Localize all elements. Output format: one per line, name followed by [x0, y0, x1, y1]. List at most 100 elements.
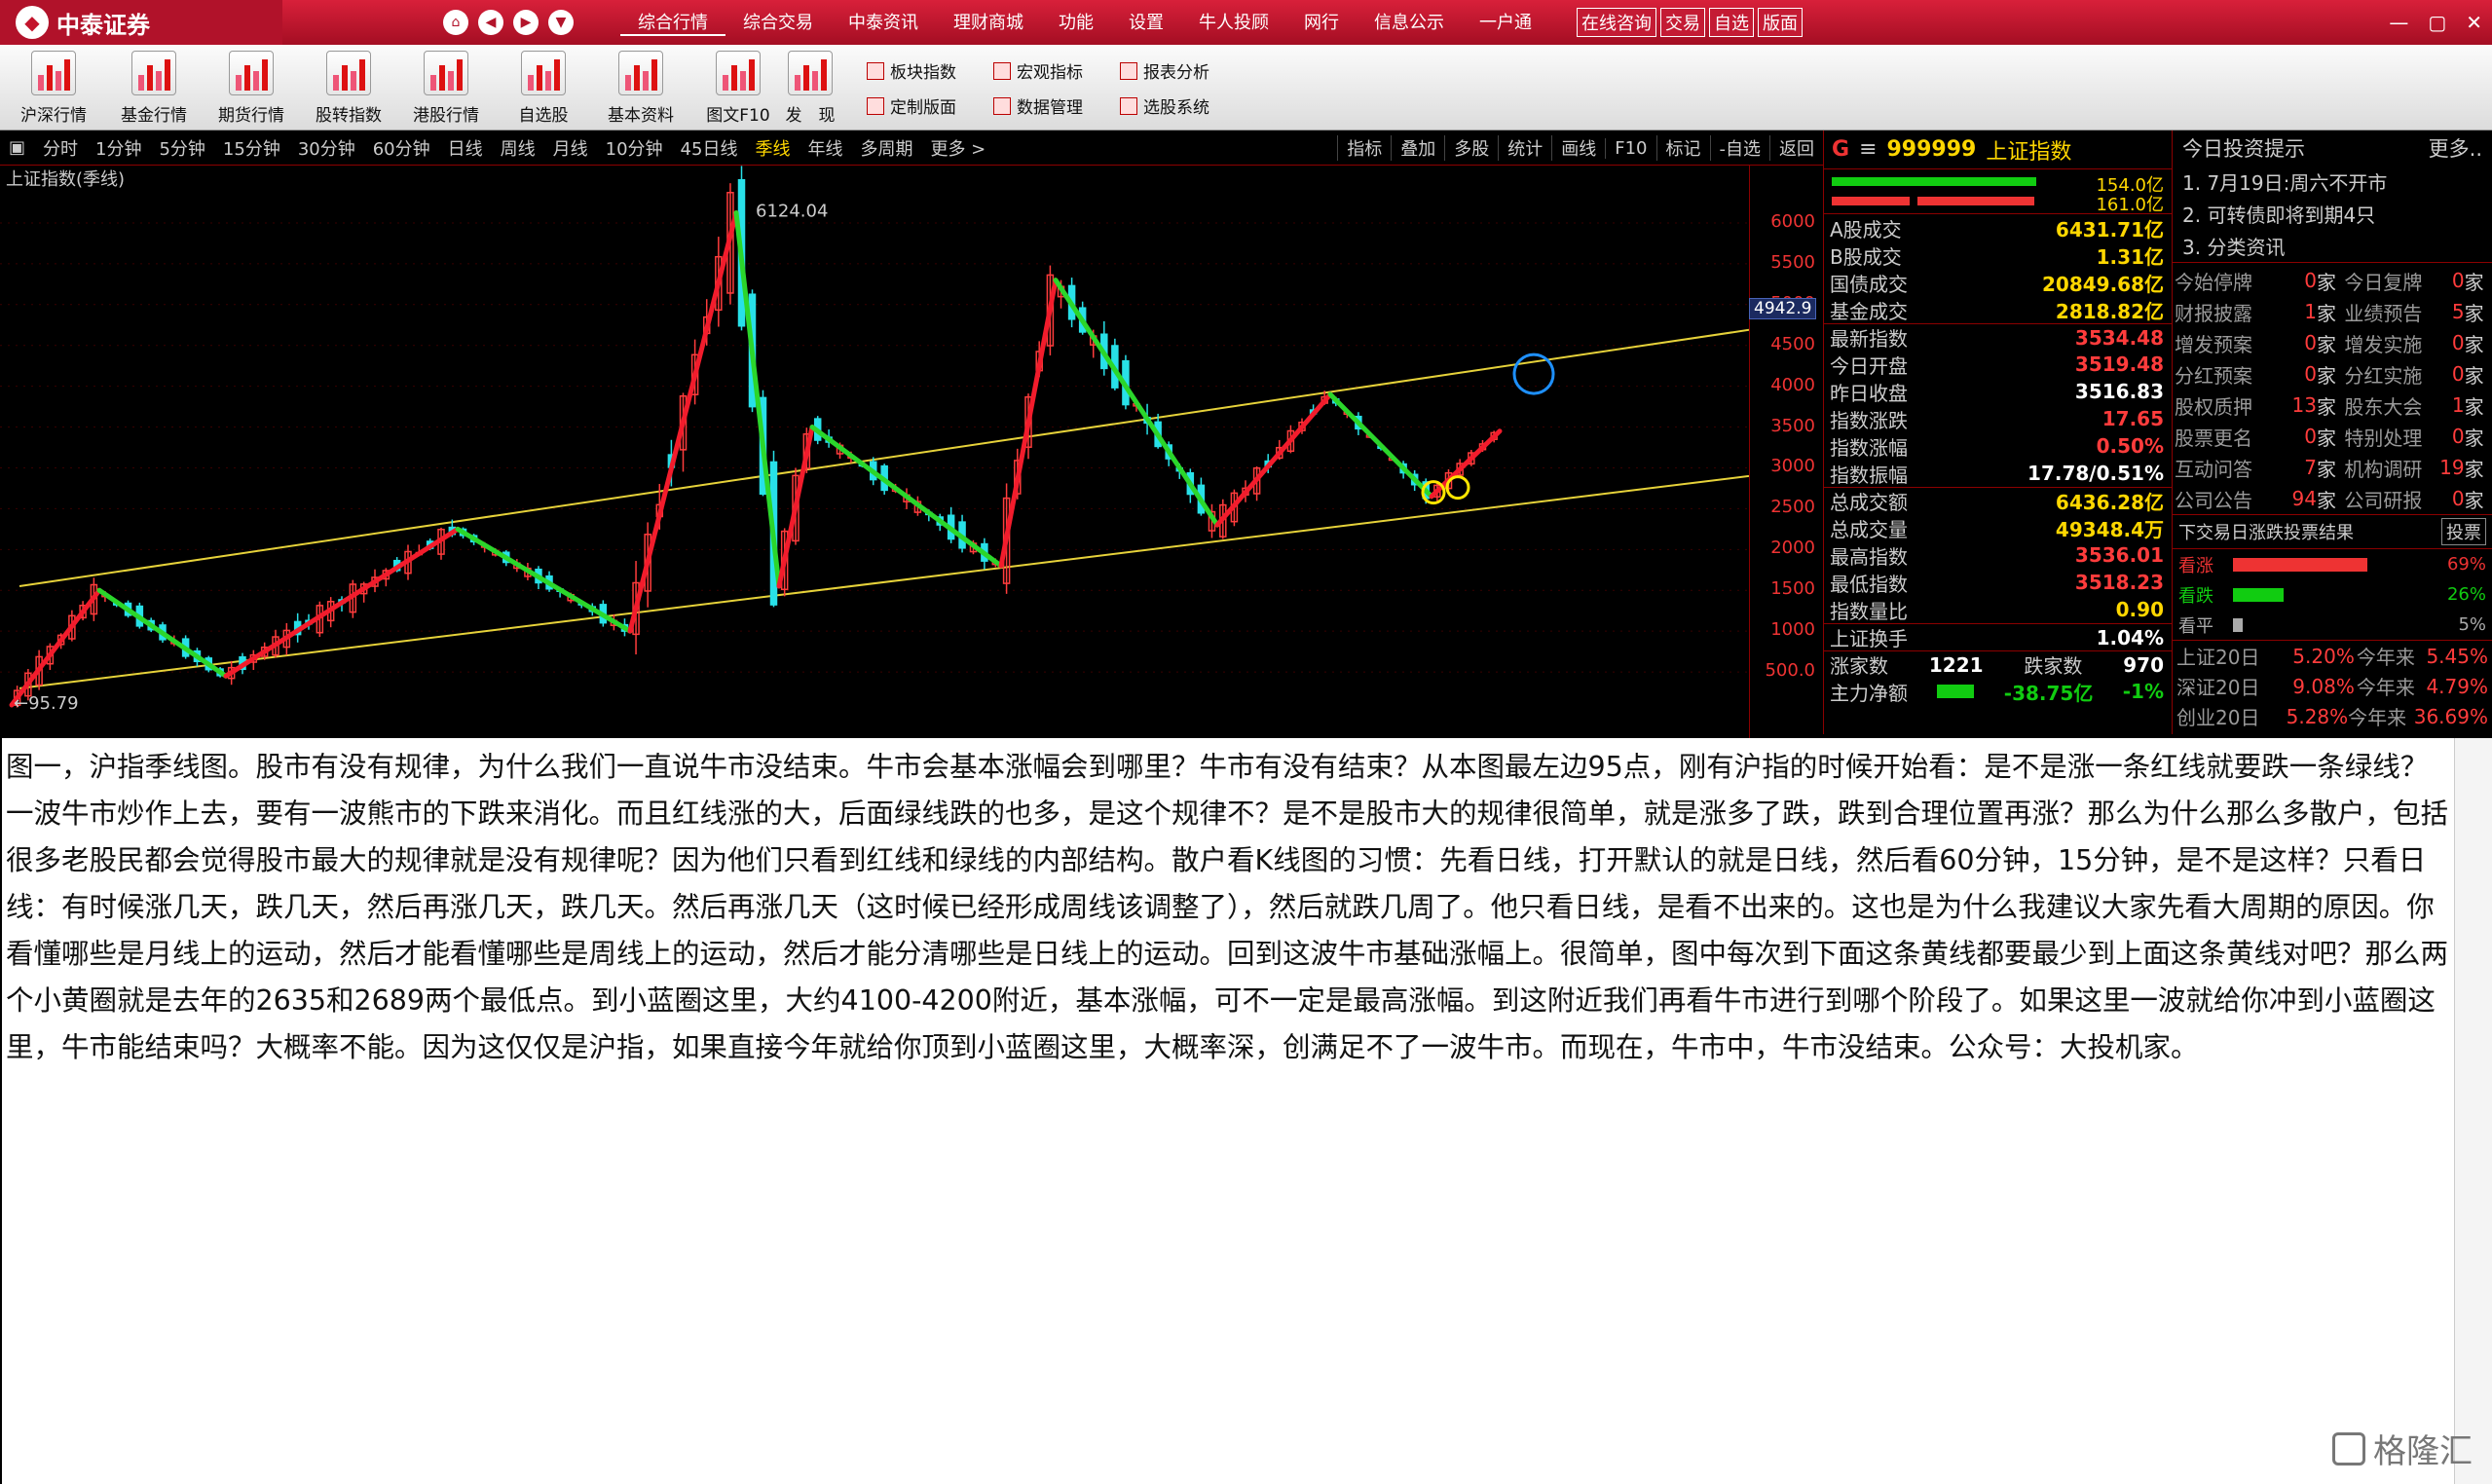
maximize-icon[interactable]: ▢ [2428, 11, 2446, 34]
menu-item[interactable]: 网行 [1286, 9, 1357, 36]
minimize-icon[interactable]: — [2389, 11, 2408, 34]
menu-item[interactable]: 中泰资讯 [831, 9, 936, 36]
close-icon[interactable]: ✕ [2466, 11, 2482, 34]
period-tab[interactable]: 分时 [34, 135, 87, 161]
current-price-label: 4942.9 [1749, 297, 1817, 319]
period-tab[interactable]: 周线 [492, 135, 544, 161]
layout-icon[interactable]: ▣ [0, 137, 34, 158]
chart-tool[interactable]: 统计 [1498, 135, 1551, 161]
stat-row[interactable]: 今始停牌 0 家今日复牌 0 家 [2173, 265, 2492, 296]
bar-red-b [1917, 197, 2034, 205]
menu-item[interactable]: 牛人投顾 [1181, 9, 1286, 36]
stat-row[interactable]: 股权质押 13 家股东大会 1 家 [2173, 390, 2492, 421]
toolbar-item[interactable]: 港股行情 [402, 51, 490, 127]
toolbar-small-item[interactable]: 板块指数 [867, 58, 956, 83]
trading-app-window: { "app": { "brand": "中泰证券", "menu": ["综合… [0, 0, 2492, 1484]
stat-row[interactable]: 互动问答 7 家机构调研 19 家 [2173, 452, 2492, 483]
toolbar-small-item[interactable]: 报表分析 [1120, 58, 1209, 83]
tip-item[interactable]: 3. 分类资讯 [2173, 230, 2492, 262]
brand-logo: ◆ 中泰证券 [0, 0, 282, 45]
chart-tool[interactable]: F10 [1605, 137, 1655, 159]
toolbar-small-item[interactable]: 定制版面 [867, 93, 956, 118]
vote-button[interactable]: 投票 [2441, 518, 2486, 545]
stat-row[interactable]: 财报披露 1 家业绩预告 5 家 [2173, 296, 2492, 327]
red-trend-line [998, 278, 1059, 569]
vote-label: 看涨 [2178, 555, 2213, 576]
quick-button[interactable]: 交易 [1660, 8, 1705, 37]
toolbar-item[interactable]: 自选股 [500, 51, 587, 127]
chart-tool[interactable]: 指标 [1337, 135, 1391, 161]
toolbar-label: 基本资料 [608, 106, 674, 126]
chart-tool[interactable]: -自选 [1709, 135, 1770, 161]
dropdown-icon[interactable]: ▼ [548, 10, 574, 35]
toolbar-small-item[interactable]: 宏观指标 [993, 58, 1083, 83]
toolbar-label: 沪深行情 [20, 106, 87, 126]
toolbar-item[interactable]: 沪深行情 [10, 51, 97, 127]
menu-item[interactable]: 综合行情 [620, 9, 725, 36]
index-row[interactable]: 上证20日 5.20% 今年来 5.45% [2173, 641, 2492, 671]
tip-item[interactable]: 1. 7月19日:周六不开市 [2173, 166, 2492, 198]
stat-row[interactable]: 增发预案 0 家增发实施 0 家 [2173, 327, 2492, 358]
period-tab[interactable]: 30分钟 [289, 135, 364, 161]
index-code: 999999 [1886, 137, 1977, 162]
toolbar-item[interactable]: 发 现 [766, 51, 854, 127]
quote-label: 国债成交 [1830, 272, 1908, 296]
chart-tool[interactable]: 叠加 [1391, 135, 1444, 161]
menu-item[interactable]: 设置 [1111, 9, 1181, 36]
chart-canvas[interactable]: 6124.04 ←95.79 [0, 166, 1749, 738]
toolbar-item[interactable]: 基本资料 [597, 51, 685, 127]
side-strip [2454, 738, 2492, 1484]
period-tab[interactable]: 10分钟 [597, 135, 672, 161]
menu-item[interactable]: 一户通 [1462, 9, 1549, 36]
menu-item[interactable]: 综合交易 [725, 9, 831, 36]
stat-row[interactable]: 公司公告 94 家公司研报 0 家 [2173, 483, 2492, 514]
period-tab[interactable]: 日线 [439, 135, 492, 161]
period-tab[interactable]: 季线 [746, 135, 799, 161]
menu-icon[interactable]: ≡ [1859, 137, 1877, 162]
quick-button[interactable]: 在线咨询 [1577, 8, 1656, 37]
chart-tool[interactable]: 返回 [1769, 135, 1823, 161]
tip-item[interactable]: 2. 可转债即将到期4只 [2173, 198, 2492, 230]
stat-row[interactable]: 分红预案 0 家分红实施 0 家 [2173, 358, 2492, 390]
toolbar-small-item[interactable]: 数据管理 [993, 93, 1083, 118]
chart-tool[interactable]: 画线 [1551, 135, 1605, 161]
stat-count: 0 [2304, 425, 2317, 448]
menu-item[interactable]: 信息公示 [1357, 9, 1462, 36]
menu-item[interactable]: 功能 [1041, 9, 1111, 36]
forward-icon[interactable]: ▶ [513, 10, 539, 35]
period-tab[interactable]: 更多 > [921, 135, 994, 161]
stat-row[interactable]: 股票更名 0 家特别处理 0 家 [2173, 421, 2492, 452]
menu-item[interactable]: 理财商城 [936, 9, 1041, 36]
kline-chart[interactable]: 6124.04←95.79 上证指数(季线) 60005500500045004… [0, 166, 1823, 738]
back-icon[interactable]: ◀ [478, 10, 503, 35]
quote-row: 国债成交 20849.68亿 [1824, 269, 2172, 296]
period-tab[interactable]: 45日线 [672, 135, 747, 161]
quote-label: 最新指数 [1830, 327, 1908, 351]
home-icon[interactable]: ⌂ [443, 10, 468, 35]
index-row[interactable]: 深证20日 9.08% 今年来 4.79% [2173, 671, 2492, 701]
toolbar-item[interactable]: 基金行情 [110, 51, 198, 127]
toolbar-item[interactable]: 期货行情 [207, 51, 295, 127]
more-link[interactable]: 更多.. [2429, 133, 2482, 163]
quote-label: 指数涨幅 [1830, 435, 1908, 460]
period-tab[interactable]: 1分钟 [87, 135, 150, 161]
period-tab[interactable]: 15分钟 [214, 135, 289, 161]
chart-tool[interactable]: 标记 [1655, 135, 1710, 161]
quick-button[interactable]: 自选 [1709, 8, 1754, 37]
toolbar-small-item[interactable]: 选股系统 [1120, 93, 1209, 118]
quote-label: 上证换手 [1830, 627, 1908, 650]
index-row[interactable]: 创业20日 5.28% 今年来 36.69% [2173, 701, 2492, 731]
quote-row: 指数振幅 17.78/0.51% [1824, 460, 2172, 487]
period-tab[interactable]: 5分钟 [150, 135, 213, 161]
period-tab[interactable]: 年线 [799, 135, 851, 161]
period-tab[interactable]: 60分钟 [364, 135, 439, 161]
period-tab[interactable]: 月线 [544, 135, 597, 161]
red-trend-line [627, 210, 739, 634]
quick-button[interactable]: 版面 [1758, 8, 1803, 37]
toolbar-label: 发 现 [785, 106, 836, 126]
chart-tool[interactable]: 多股 [1444, 135, 1498, 161]
period-tab[interactable]: 多周期 [851, 135, 921, 161]
toolbar-item[interactable]: 股转指数 [305, 51, 392, 127]
bar-red-a [1832, 197, 1910, 205]
quote-value: 49348.4万 [2055, 517, 2164, 541]
